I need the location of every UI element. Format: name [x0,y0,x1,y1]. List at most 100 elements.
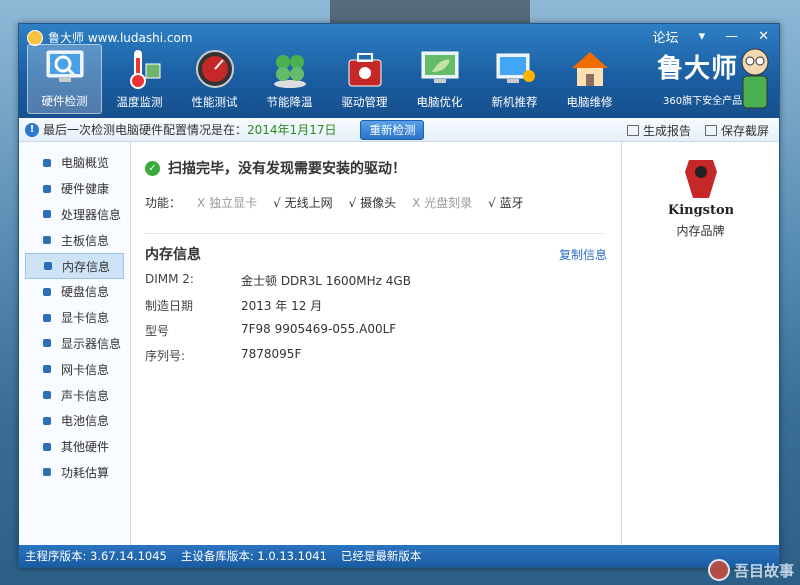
feature-label: 独立显卡 [209,196,258,210]
main-area: 电脑概览 硬件健康 处理器信息 主板信息 内存信息 硬盘信息 显卡信息 显示器信… [19,142,779,547]
memory-key: 序列号: [145,349,186,363]
monitor-leaf-icon [418,48,462,90]
bullet-icon [43,391,51,400]
tab-performance-label: 性能测试 [191,95,238,109]
feature-mark: √ [273,196,281,210]
sidebar-item-label: 内存信息 [62,259,111,274]
feature-mark: X [412,196,421,210]
memory-value: 7F98 9905469-055.A00LF [241,322,397,336]
sidebar-item-label: 硬盘信息 [61,285,110,300]
sidebar-item-label: 电池信息 [61,414,110,429]
feature-mark: X [197,196,206,210]
sidebar-item-display[interactable]: 显示器信息 [25,331,124,357]
tab-temperature[interactable]: 温度监测 [102,44,177,114]
sidebar-item-label: 功耗估算 [61,465,110,480]
sidebar-item-sound[interactable]: 声卡信息 [25,382,124,408]
house-icon [568,48,612,90]
close-icon[interactable]: ✕ [758,29,769,44]
tab-temperature-label: 温度监测 [116,95,163,109]
feature-item: √ 蓝牙 [488,194,524,211]
tab-repair[interactable]: 电脑维修 [552,44,627,114]
memory-value: 7878095F [241,347,302,361]
forum-link[interactable]: 论坛 [653,27,679,46]
monitor-award-icon [493,48,537,90]
minimize-icon[interactable]: — [725,29,738,44]
memory-key: 制造日期 [145,299,194,313]
brand-area: 鲁大师 360旗下安全产品 [653,46,773,112]
tab-hardware-check[interactable]: 硬件检测 [27,44,102,114]
brand-logo-text: Kingston [669,203,733,218]
tab-optimization[interactable]: 电脑优化 [402,44,477,114]
sidebar-item-label: 显卡信息 [61,311,110,326]
memory-header: 内存信息 复制信息 [145,244,607,264]
infobar-actions: 生成报告 保存截屏 [626,122,769,139]
tab-driver-management-label: 驱动管理 [341,95,388,109]
feature-list: 功能： X 独立显卡 √ 无线上网 √ 摄像头 X 光盘刻录 √ 蓝牙 [145,194,607,211]
bullet-icon [43,416,51,425]
rescan-button[interactable]: 重新检测 [360,119,425,140]
save-screenshot-button[interactable]: 保存截屏 [704,122,769,139]
bullet-icon [43,236,51,245]
kingston-logo: Kingston [669,160,733,218]
generate-report-button[interactable]: 生成报告 [626,122,691,139]
brand-panel: Kingston 内存品牌 [621,142,779,547]
title-bar: 鲁大师 www.ludashi.com 论坛 ▾ — ✕ 硬件检测 温度监测 性… [19,24,779,118]
bullet-icon [43,313,51,322]
sidebar-item-network[interactable]: 网卡信息 [25,356,124,382]
features-label: 功能： [145,196,182,210]
memory-details: DIMM 2: 金士顿 DDR3L 1600MHz 4GB 制造日期 2013 年 … [145,272,607,364]
db-version: 主设备库版本: 1.0.13.1041 [180,549,327,563]
tab-new-pc-recommend[interactable]: 新机推荐 [477,44,552,114]
sidebar-item-disk[interactable]: 硬盘信息 [25,279,124,305]
toolbox-icon [343,48,387,90]
sidebar-item-memory[interactable]: 内存信息 [25,253,124,279]
scan-result-text: 扫描完毕，没有发现需要安装的驱动！ [168,161,406,177]
divider [145,233,603,234]
scan-result: ✓ 扫描完毕，没有发现需要安装的驱动！ [145,158,607,178]
memory-row: DIMM 2: 金士顿 DDR3L 1600MHz 4GB [145,272,607,289]
info-bar: ! 最后一次检测电脑硬件配置情况是在： 2014年1月17日 重新检测 生成报告… [19,118,779,142]
sidebar-item-power[interactable]: 功耗估算 [25,460,124,486]
sidebar-item-motherboard[interactable]: 主板信息 [25,227,124,253]
status-bar: 主程序版本: 3.67.14.1045 主设备库版本: 1.0.13.1041 … [19,545,779,567]
generate-report-label: 生成报告 [642,124,691,138]
window-controls: 论坛 ▾ — ✕ [653,27,769,46]
sidebar-item-label: 硬件健康 [61,182,110,197]
feature-item: √ 无线上网 [273,194,333,211]
tab-energy-saving[interactable]: 节能降温 [252,44,327,114]
tab-driver-management[interactable]: 驱动管理 [327,44,402,114]
save-screenshot-label: 保存截屏 [720,124,769,138]
sidebar-item-label: 声卡信息 [61,388,110,403]
brand-name: 鲁大师 [657,54,739,84]
main-toolbar: 硬件检测 温度监测 性能测试 节能降温 驱动管理 电脑优化 新机推荐 电脑维修 [27,44,627,114]
feature-item: √ 摄像头 [349,194,397,211]
sidebar-item-battery[interactable]: 电池信息 [25,408,124,434]
feature-label: 摄像头 [360,196,397,210]
sidebar-item-cpu[interactable]: 处理器信息 [25,202,124,228]
update-status: 已经是最新版本 [340,549,422,563]
watermark: 吾目故事 [707,559,794,581]
memory-key: 型号 [145,324,170,338]
sidebar-item-health[interactable]: 硬件健康 [25,176,124,202]
memory-row: 型号 7F98 9905469-055.A00LF [145,322,607,339]
copy-info-link[interactable]: 复制信息 [559,246,607,263]
content-panel: ✓ 扫描完毕，没有发现需要安装的驱动！ 功能： X 独立显卡 √ 无线上网 √ … [131,142,621,547]
feature-label: 无线上网 [284,196,333,210]
menu-dropdown-icon[interactable]: ▾ [699,29,706,44]
sidebar-item-gpu[interactable]: 显卡信息 [25,305,124,331]
bullet-icon [43,158,51,167]
check-icon: ✓ [145,160,160,176]
tab-energy-saving-label: 节能降温 [266,95,313,109]
sidebar-item-overview[interactable]: 电脑概览 [25,150,124,176]
memory-key: DIMM 2: [145,272,194,286]
feature-item: X 独立显卡 [197,194,257,211]
mascot-icon [741,48,769,109]
sidebar-item-other[interactable]: 其他硬件 [25,434,124,460]
tab-performance[interactable]: 性能测试 [177,44,252,114]
bullet-icon [43,184,51,193]
bullet-icon [43,468,51,477]
bullet-icon [44,262,52,271]
last-check-message: 最后一次检测电脑硬件配置情况是在： [43,123,248,137]
feature-mark: √ [348,196,357,210]
memory-title: 内存信息 [145,247,201,263]
